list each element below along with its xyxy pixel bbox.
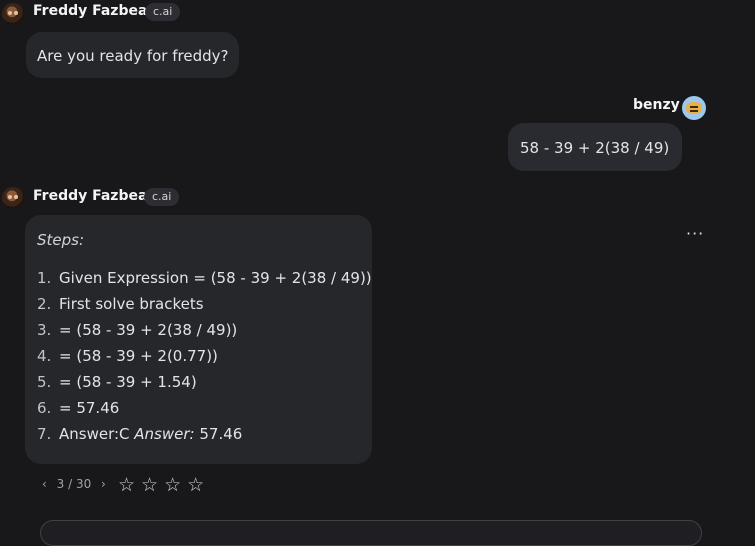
bot-badge: c.ai xyxy=(144,188,180,206)
steps-title: Steps: xyxy=(37,231,85,249)
bot-message-bubble: Are you ready for freddy? xyxy=(26,32,239,78)
list-item: 7. Answer:C Answer: 57.46 xyxy=(37,425,243,443)
response-pager: ‹ 3 / 30 › xyxy=(42,477,112,491)
bot-name-top: Freddy Fazbear xyxy=(33,3,155,19)
star-icon[interactable]: ☆ xyxy=(141,474,164,496)
user-message-text: 58 - 39 + 2(38 / 49) xyxy=(520,139,670,157)
bot-reply-bubble: Steps: 1. Given Expression = (58 - 39 + 2… xyxy=(25,215,372,464)
pager-prev-button[interactable]: ‹ xyxy=(42,477,47,491)
user-avatar xyxy=(682,96,706,120)
star-icon[interactable]: ☆ xyxy=(164,474,187,496)
list-item: 6. = 57.46 xyxy=(37,399,120,417)
list-item: 2. First solve brackets xyxy=(37,295,204,313)
pager-count: 3 / 30 xyxy=(56,477,92,491)
user-name: benzy xyxy=(633,97,680,113)
more-horizontal-icon[interactable]: ··· xyxy=(686,224,704,243)
bot-avatar xyxy=(2,187,24,209)
list-item: 5. = (58 - 39 + 1.54) xyxy=(37,373,197,391)
bot-avatar-top xyxy=(2,3,24,25)
bot-message-text: Are you ready for freddy? xyxy=(37,47,229,65)
rating-stars[interactable]: ☆☆☆☆ xyxy=(118,474,210,496)
user-message-bubble: 58 - 39 + 2(38 / 49) xyxy=(508,123,682,171)
star-icon[interactable]: ☆ xyxy=(187,474,210,496)
bot-badge-top: c.ai xyxy=(145,3,181,21)
message-input[interactable] xyxy=(40,520,702,546)
pager-next-button[interactable]: › xyxy=(101,477,106,491)
list-item: 4. = (58 - 39 + 2(0.77)) xyxy=(37,347,218,365)
steps-list: 1. Given Expression = (58 - 39 + 2(38 / 4… xyxy=(37,267,372,449)
list-item: 1. Given Expression = (58 - 39 + 2(38 / 4… xyxy=(37,269,372,287)
star-icon[interactable]: ☆ xyxy=(118,474,141,496)
list-item: 3. = (58 - 39 + 2(38 / 49)) xyxy=(37,321,238,339)
bot-name: Freddy Fazbear xyxy=(33,188,155,204)
